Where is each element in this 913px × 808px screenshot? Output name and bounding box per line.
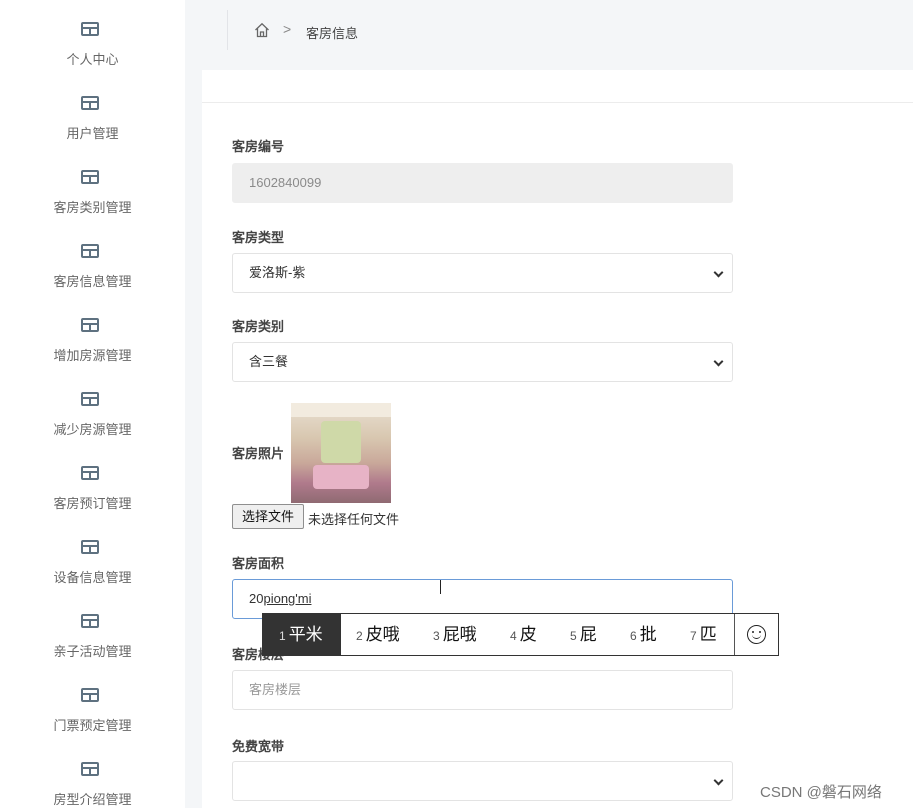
ime-candidate-number: 4 <box>510 629 517 643</box>
room-no-value: 1602840099 <box>249 175 322 190</box>
sidebar-item-add-listing[interactable]: 增加房源管理 <box>0 296 185 370</box>
ime-candidate[interactable]: 6批 <box>630 614 657 655</box>
breadcrumb-separator: > <box>283 21 292 37</box>
panel-header <box>202 70 913 103</box>
home-icon[interactable] <box>254 22 270 38</box>
room-category-value: 含三餐 <box>249 354 289 369</box>
sidebar-item-label: 门票预定管理 <box>53 718 132 733</box>
ime-divider <box>734 614 735 655</box>
table-icon <box>81 96 99 110</box>
room-type-value: 爱洛斯-紫 <box>249 265 306 280</box>
room-area-composing: piong'mi <box>263 591 312 606</box>
ime-candidate[interactable]: 2 皮哦 <box>356 614 400 655</box>
room-area-label: 客房面积 <box>232 556 285 571</box>
table-icon <box>81 466 99 480</box>
ime-candidate-text: 屁哦 <box>442 625 477 644</box>
photo-ceiling <box>291 403 391 417</box>
ime-candidate-text: 皮 <box>519 625 537 644</box>
ime-candidate-number: 2 <box>356 629 363 643</box>
table-icon <box>81 392 99 406</box>
free-broadband-select[interactable] <box>232 761 733 801</box>
sidebar-item-label: 房型介绍管理 <box>53 792 132 807</box>
room-floor-input[interactable]: 客房楼层 <box>232 670 733 710</box>
room-photo-preview <box>291 403 391 503</box>
room-area-value: 20 <box>249 591 264 606</box>
sidebar-item-label: 设备信息管理 <box>53 570 132 585</box>
ime-candidate-text: 匹 <box>699 625 717 644</box>
ime-candidate-number: 5 <box>570 629 577 643</box>
photo-bed <box>313 465 369 489</box>
watermark: CSDN @磐石网络 <box>760 784 882 801</box>
ime-candidate[interactable]: 1 平米 <box>263 614 341 655</box>
room-photo-label: 客房照片 <box>232 446 285 461</box>
no-file-text: 未选择任何文件 <box>308 512 400 527</box>
ime-candidate-number: 6 <box>630 629 637 643</box>
table-icon <box>81 614 99 628</box>
ime-candidate[interactable]: 7匹 <box>690 614 717 655</box>
sidebar-item-room-category[interactable]: 客房类别管理 <box>0 148 185 222</box>
text-cursor-icon <box>438 580 444 594</box>
ime-candidate[interactable]: 4皮 <box>510 614 537 655</box>
sidebar-item-reduce-listing[interactable]: 减少房源管理 <box>0 370 185 444</box>
sidebar-item-label: 客房类别管理 <box>53 200 132 215</box>
photo-wall <box>321 421 361 463</box>
ime-candidate-text: 皮哦 <box>365 625 400 644</box>
table-icon <box>81 244 99 258</box>
divider <box>227 10 228 50</box>
ime-candidate-text: 屁 <box>579 625 597 644</box>
table-icon <box>81 22 99 36</box>
table-icon <box>81 540 99 554</box>
room-type-select[interactable]: 爱洛斯-紫 <box>232 253 733 293</box>
room-no-label: 客房编号 <box>232 139 285 154</box>
sidebar-item-label: 减少房源管理 <box>53 422 132 437</box>
sidebar-item-family-activity[interactable]: 亲子活动管理 <box>0 592 185 666</box>
ime-candidate-number: 1 <box>279 629 286 643</box>
sidebar-item-room-booking[interactable]: 客房预订管理 <box>0 444 185 518</box>
ime-candidate-number: 7 <box>690 629 697 643</box>
breadcrumb: > 客房信息 <box>202 0 913 62</box>
room-category-label: 客房类别 <box>232 319 285 334</box>
sidebar-item-room-type-intro[interactable]: 房型介绍管理 <box>0 740 185 808</box>
smiley-icon[interactable] <box>747 625 766 644</box>
room-category-select[interactable]: 含三餐 <box>232 342 733 382</box>
table-icon <box>81 762 99 776</box>
sidebar-item-ticket-booking[interactable]: 门票预定管理 <box>0 666 185 740</box>
sidebar-item-equipment[interactable]: 设备信息管理 <box>0 518 185 592</box>
sidebar-item-personal-center[interactable]: 个人中心 <box>0 0 185 74</box>
ime-candidate-bar: 1 平米 2 皮哦 3 屁哦 4皮 5屁 6批 7匹 <box>262 613 779 656</box>
chevron-down-icon <box>713 775 724 786</box>
sidebar-item-label: 客房信息管理 <box>53 274 132 289</box>
sidebar-item-room-info[interactable]: 客房信息管理 <box>0 222 185 296</box>
ime-candidate[interactable]: 3 屁哦 <box>433 614 477 655</box>
chevron-down-icon <box>713 356 724 367</box>
sidebar-item-label: 亲子活动管理 <box>53 644 132 659</box>
table-icon <box>81 688 99 702</box>
sidebar-item-label: 增加房源管理 <box>53 348 132 363</box>
sidebar-item-label: 用户管理 <box>66 126 119 141</box>
room-no-field: 1602840099 <box>232 163 733 203</box>
table-icon <box>81 318 99 332</box>
room-type-label: 客房类型 <box>232 230 285 245</box>
sidebar-item-user-management[interactable]: 用户管理 <box>0 74 185 148</box>
free-broadband-label: 免费宽带 <box>232 739 285 754</box>
room-floor-placeholder: 客房楼层 <box>249 682 302 697</box>
ime-candidate[interactable]: 5屁 <box>570 614 597 655</box>
sidebar-item-label: 个人中心 <box>66 52 119 67</box>
chevron-down-icon <box>713 267 724 278</box>
ime-candidate-number: 3 <box>433 629 440 643</box>
ime-candidate-text: 批 <box>639 625 657 644</box>
sidebar-item-label: 客房预订管理 <box>53 496 132 511</box>
sidebar: 个人中心 用户管理 客房类别管理 客房信息管理 增加房源管理 减少房源管理 客房… <box>0 0 185 808</box>
table-icon <box>81 170 99 184</box>
breadcrumb-current: 客房信息 <box>306 26 359 41</box>
choose-file-button[interactable]: 选择文件 <box>232 504 304 529</box>
ime-candidate-text: 平米 <box>288 625 323 644</box>
